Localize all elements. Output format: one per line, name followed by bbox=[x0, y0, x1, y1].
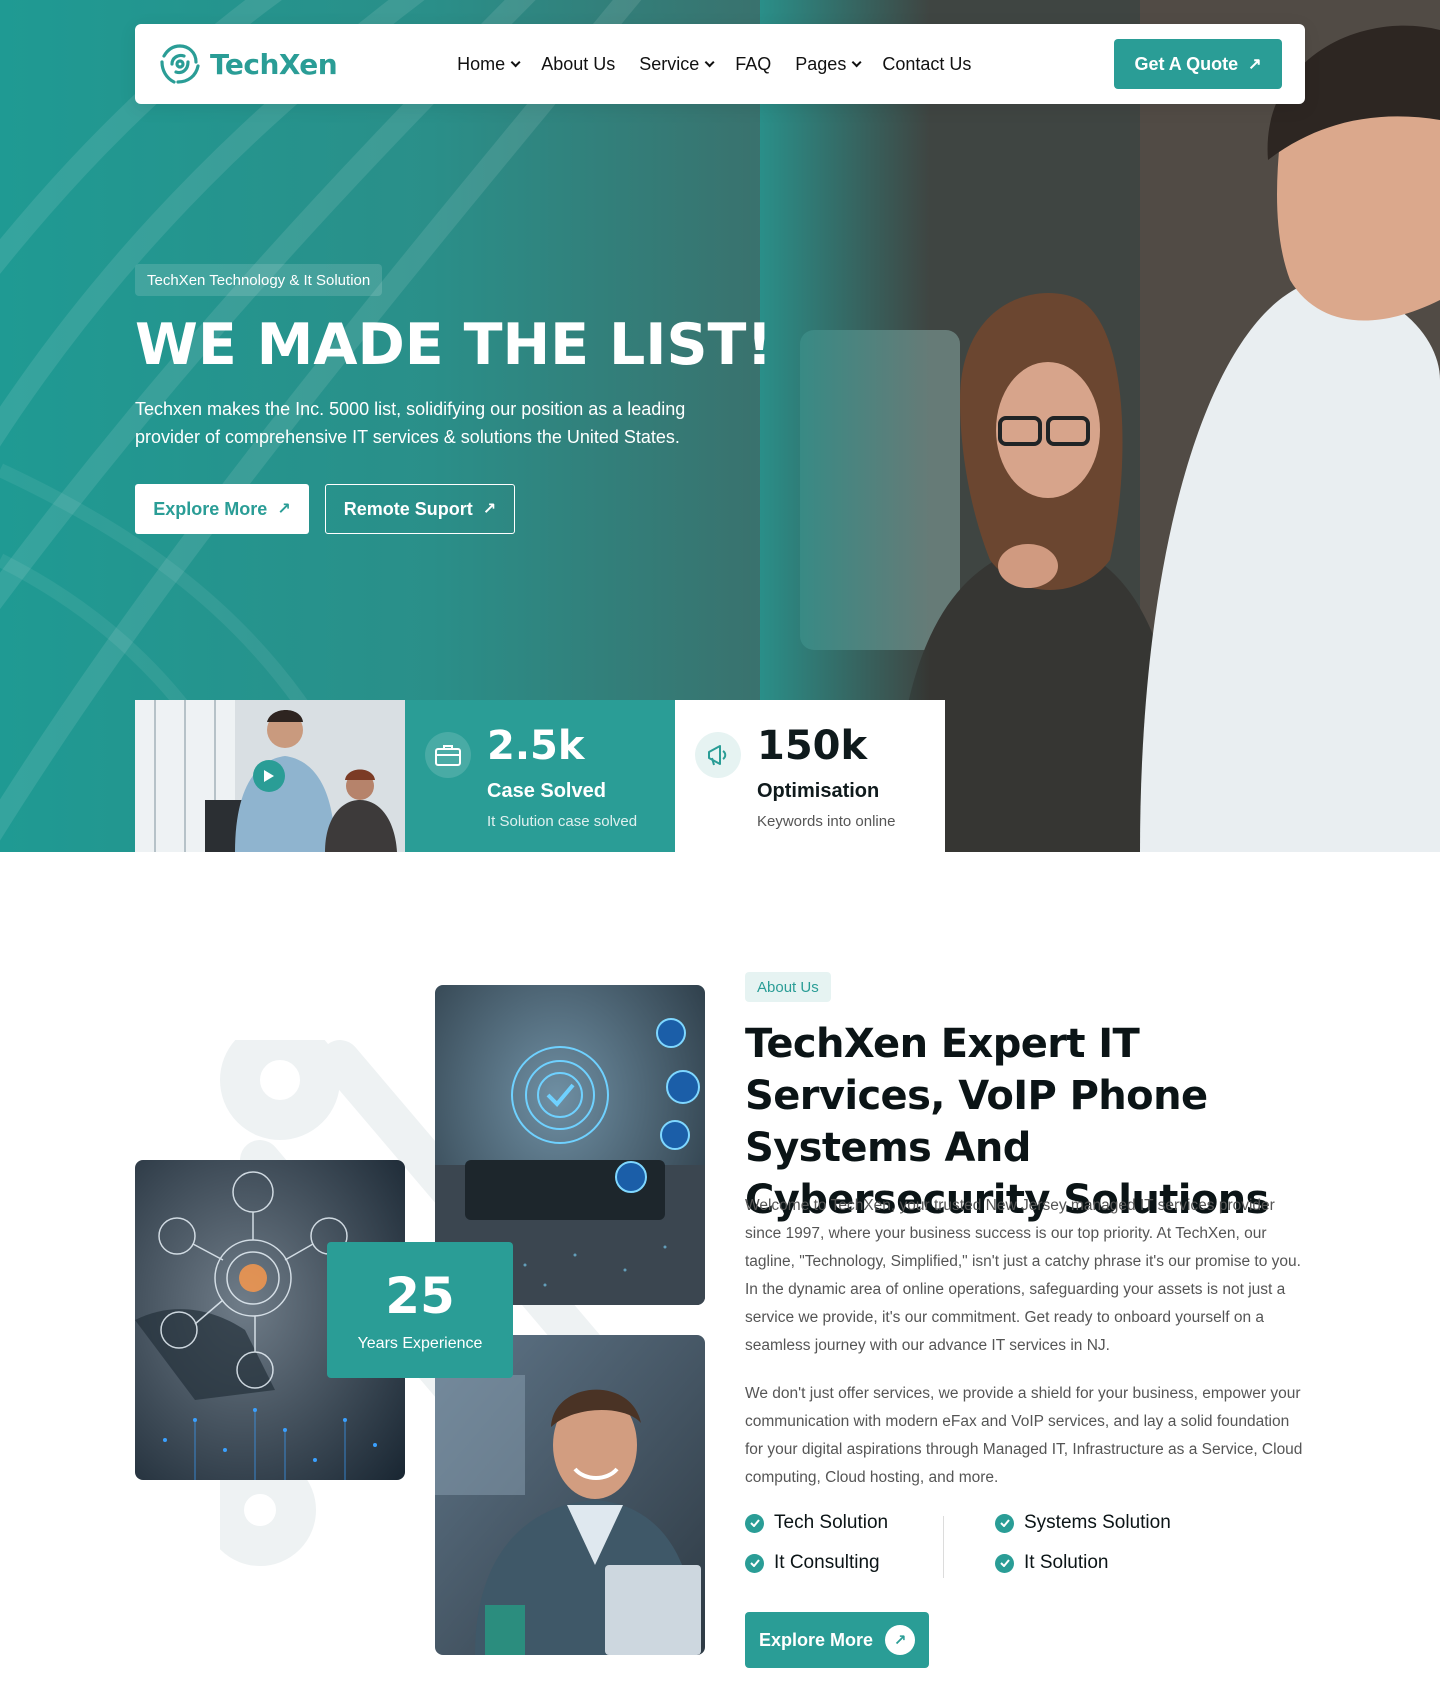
stat-subtext: It Solution case solved bbox=[487, 813, 638, 830]
nav-service[interactable]: Service bbox=[627, 54, 723, 75]
man-at-laptop-photo bbox=[435, 1335, 705, 1655]
feature-label: Systems Solution bbox=[1024, 1512, 1171, 1533]
video-thumbnail[interactable] bbox=[135, 700, 405, 852]
nav-about-label: About Us bbox=[541, 53, 616, 74]
stat-subtext: Keywords into online bbox=[757, 813, 896, 830]
arrow-up-right-icon: ↗ bbox=[885, 1625, 916, 1655]
brand-logo[interactable]: TechXen bbox=[158, 42, 338, 86]
nav-contact-label: Contact Us bbox=[882, 53, 972, 74]
remote-support-label: Remote Suport bbox=[343, 498, 473, 519]
megaphone-icon bbox=[695, 732, 741, 778]
stat-card-cases: 2.5k Case Solved It Solution case solved bbox=[405, 700, 675, 852]
get-quote-label: Get A Quote bbox=[1134, 53, 1239, 74]
remote-support-button[interactable]: Remote Suport ↗ bbox=[325, 484, 515, 534]
check-circle-icon bbox=[995, 1553, 1014, 1573]
about-explore-more-button[interactable]: Explore More ↗ bbox=[745, 1612, 929, 1668]
nav-about[interactable]: About Us bbox=[529, 54, 627, 75]
logo-icon bbox=[160, 44, 200, 84]
nav-contact[interactable]: Contact Us bbox=[870, 54, 983, 75]
check-circle-icon bbox=[995, 1513, 1014, 1533]
arrow-up-right-icon: ↗ bbox=[1248, 56, 1262, 73]
nav-pages[interactable]: Pages bbox=[783, 54, 870, 75]
smiling-man-image bbox=[435, 1335, 705, 1655]
nav-pages-label: Pages bbox=[795, 53, 847, 74]
feature-item: Tech Solution bbox=[745, 1512, 888, 1534]
hero-tag: TechXen Technology & It Solution bbox=[135, 264, 383, 296]
hero-text: Techxen makes the Inc. 5000 list, solidi… bbox=[135, 399, 686, 447]
hero-section: TechXen Home About Us Service FAQ Pages … bbox=[0, 0, 1440, 852]
chevron-down-icon bbox=[851, 56, 862, 67]
check-circle-icon bbox=[745, 1553, 764, 1573]
feature-item: Systems Solution bbox=[995, 1512, 1171, 1534]
stat-number: 150k bbox=[757, 723, 868, 769]
main-nav: Home About Us Service FAQ Pages Contact … bbox=[445, 54, 983, 75]
nav-faq-label: FAQ bbox=[735, 53, 772, 74]
about-tag: About Us bbox=[745, 972, 831, 1002]
get-quote-button[interactable]: Get A Quote ↗ bbox=[1114, 39, 1282, 89]
feature-list: Tech Solution It Consulting Systems Solu… bbox=[745, 1512, 1265, 1592]
chevron-down-icon bbox=[704, 56, 715, 67]
nav-service-label: Service bbox=[639, 53, 700, 74]
hero-title: WE MADE THE LIST! bbox=[135, 312, 773, 378]
stat-label: Case Solved bbox=[487, 780, 606, 802]
about-explore-more-label: Explore More bbox=[758, 1629, 874, 1650]
play-button[interactable] bbox=[253, 760, 285, 792]
nav-faq[interactable]: FAQ bbox=[723, 54, 783, 75]
nav-home-label: Home bbox=[457, 53, 506, 74]
experience-label: Years Experience bbox=[357, 1335, 483, 1352]
feature-item: It Consulting bbox=[745, 1552, 880, 1574]
check-circle-icon bbox=[745, 1513, 764, 1533]
stat-label: Optimisation bbox=[757, 780, 880, 802]
feature-divider bbox=[943, 1516, 944, 1578]
brand-name: TechXen bbox=[210, 47, 338, 81]
experience-badge: 25 Years Experience bbox=[327, 1242, 513, 1378]
feature-label: Tech Solution bbox=[774, 1512, 889, 1533]
feature-item: It Solution bbox=[995, 1552, 1109, 1574]
arrow-up-right-icon: ↗ bbox=[482, 501, 497, 518]
arrow-up-right-icon: ↗ bbox=[277, 501, 291, 518]
feature-label: It Consulting bbox=[774, 1552, 880, 1573]
about-paragraph-1: Welcome to TechXen, your trusted New Jer… bbox=[745, 1197, 1301, 1354]
stats-strip: 2.5k Case Solved It Solution case solved… bbox=[135, 700, 945, 852]
chevron-down-icon bbox=[510, 56, 521, 67]
play-icon bbox=[264, 770, 274, 782]
explore-more-button[interactable]: Explore More ↗ bbox=[135, 484, 309, 534]
feature-label: It Solution bbox=[1024, 1552, 1109, 1573]
nav-home[interactable]: Home bbox=[445, 54, 529, 75]
about-paragraph-2: We don't just offer services, we provide… bbox=[745, 1385, 1303, 1486]
stat-number: 2.5k bbox=[487, 723, 585, 769]
experience-number: 25 bbox=[385, 1267, 455, 1325]
stat-card-optimisation: 150k Optimisation Keywords into online bbox=[675, 700, 945, 852]
explore-more-label: Explore More bbox=[153, 498, 268, 519]
navbar: TechXen Home About Us Service FAQ Pages … bbox=[135, 24, 1305, 104]
briefcase-icon bbox=[425, 732, 471, 778]
